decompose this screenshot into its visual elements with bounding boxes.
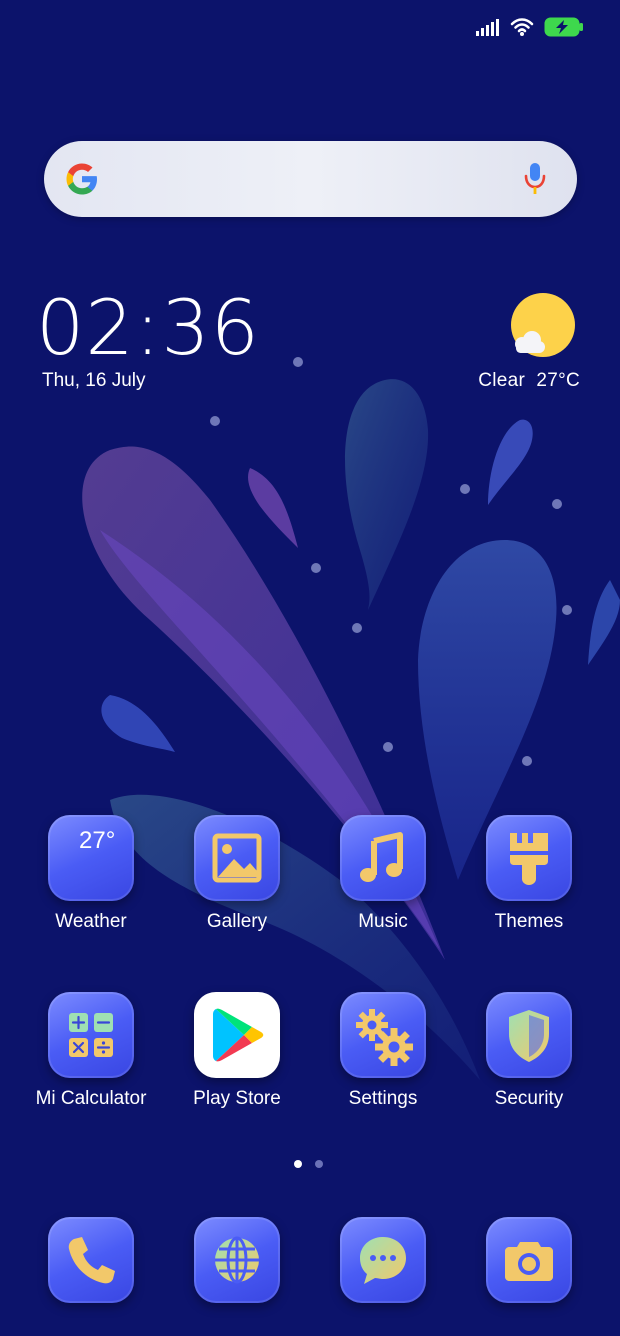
dock-messages[interactable] <box>310 1217 456 1303</box>
battery-charging-icon <box>544 17 584 42</box>
app-label: Gallery <box>206 911 268 932</box>
weather-icon-temp: 27° <box>79 827 116 854</box>
app-mi-calculator[interactable]: Mi Calculator <box>18 992 164 1110</box>
phone-icon[interactable] <box>48 1217 134 1303</box>
weather-summary: Clear 27°C <box>478 370 580 392</box>
calculator-icon[interactable] <box>48 992 134 1078</box>
dock-phone[interactable] <box>18 1217 164 1303</box>
app-music[interactable]: Music <box>310 815 456 933</box>
dock-browser[interactable] <box>164 1217 310 1303</box>
app-gallery[interactable]: Gallery <box>164 815 310 933</box>
dock-camera[interactable] <box>456 1217 602 1303</box>
app-play-store[interactable]: Play Store <box>164 992 310 1110</box>
weather-icon[interactable]: 27° <box>48 815 134 901</box>
app-label: Themes <box>494 911 564 932</box>
shield-icon[interactable] <box>486 992 572 1078</box>
google-logo-icon <box>64 161 100 202</box>
app-security[interactable]: Security <box>456 992 602 1110</box>
play-store-icon[interactable] <box>194 992 280 1078</box>
paintbrush-icon[interactable] <box>486 815 572 901</box>
app-label: Security <box>494 1088 564 1109</box>
gears-icon[interactable] <box>340 992 426 1078</box>
app-label: Play Store <box>193 1088 281 1109</box>
browser-globe-icon[interactable] <box>194 1217 280 1303</box>
camera-icon[interactable] <box>486 1217 572 1303</box>
clock-time[interactable]: 02:36 <box>36 288 260 368</box>
page-dot-active[interactable] <box>294 1160 302 1168</box>
app-themes[interactable]: Themes <box>456 815 602 933</box>
weather-temperature: 27°C <box>536 370 580 391</box>
app-label: Settings <box>348 1088 418 1109</box>
gallery-icon[interactable] <box>194 815 280 901</box>
music-note-icon[interactable] <box>340 815 426 901</box>
app-settings[interactable]: Settings <box>310 992 456 1110</box>
google-search-bar[interactable] <box>44 141 577 217</box>
messages-icon[interactable] <box>340 1217 426 1303</box>
weather-condition: Clear <box>478 370 526 391</box>
page-dot[interactable] <box>315 1160 323 1168</box>
clock-date: Thu, 16 July <box>42 370 146 391</box>
app-label: Music <box>358 911 408 932</box>
signal-icon <box>476 18 500 41</box>
mic-icon[interactable] <box>523 161 547 202</box>
status-bar <box>476 16 584 42</box>
app-label: Mi Calculator <box>35 1088 147 1109</box>
wifi-icon <box>510 17 534 42</box>
app-weather[interactable]: 27° Weather <box>18 815 164 933</box>
weather-sun-icon[interactable] <box>508 292 578 367</box>
app-label: Weather <box>55 911 127 932</box>
page-indicator <box>294 1160 323 1168</box>
